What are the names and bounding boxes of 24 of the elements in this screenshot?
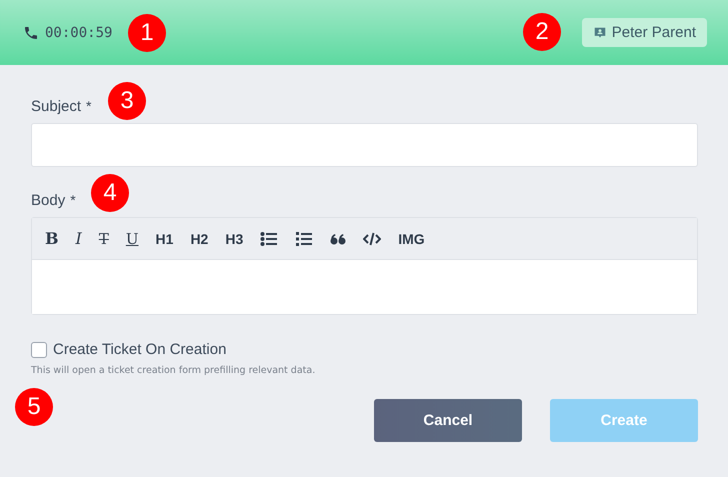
call-timer: 00:00:59 bbox=[45, 24, 112, 40]
format-button[interactable]: H2 bbox=[183, 224, 216, 254]
bold-button[interactable]: B bbox=[38, 224, 66, 254]
required-mark: * bbox=[86, 98, 92, 115]
required-mark: * bbox=[70, 192, 76, 209]
subject-field[interactable] bbox=[31, 123, 698, 167]
callout-marker: 5 bbox=[15, 388, 53, 426]
italic-button[interactable]: I bbox=[68, 224, 89, 254]
phone-icon bbox=[23, 24, 39, 40]
contact-button[interactable]: Peter Parent bbox=[582, 18, 707, 47]
strikethrough-button[interactable]: T bbox=[92, 224, 116, 254]
format-button[interactable]: H1 bbox=[148, 224, 180, 254]
format-button[interactable]: H3 bbox=[218, 224, 250, 254]
checkbox-label[interactable]: Create Ticket On Creation bbox=[53, 341, 226, 358]
format-button[interactable]: IMG bbox=[391, 224, 432, 254]
cancel-button[interactable]: Cancel bbox=[374, 399, 522, 442]
checkbox[interactable] bbox=[31, 342, 47, 358]
field-label: Subject bbox=[31, 98, 82, 115]
hint-text: This will open a ticket creation form prefilling relevant data. bbox=[31, 365, 316, 376]
callout-marker: 4 bbox=[91, 174, 129, 212]
field-label: Body bbox=[31, 192, 66, 209]
callout-marker: 3 bbox=[108, 82, 146, 120]
underline-button[interactable]: U bbox=[118, 224, 146, 254]
contact-card-icon bbox=[592, 26, 607, 40]
